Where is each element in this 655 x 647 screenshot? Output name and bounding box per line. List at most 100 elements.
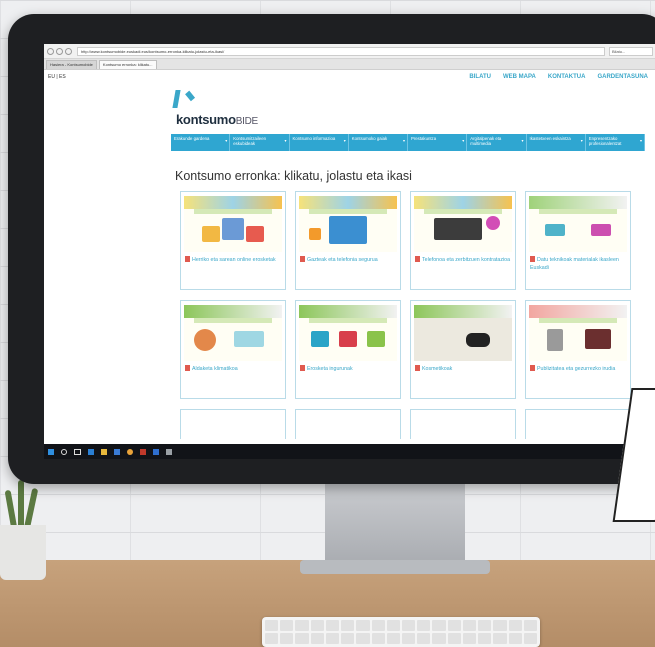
keyboard-key bbox=[508, 633, 522, 644]
web-page: EU | ES BILATU WEB MAPA KONTAKTUA GARDEN… bbox=[44, 70, 655, 442]
keyboard-key bbox=[402, 620, 416, 631]
media-icon[interactable] bbox=[140, 448, 146, 455]
pdf-icon bbox=[415, 256, 420, 262]
topnav-bilatu[interactable]: BILATU bbox=[469, 74, 491, 80]
browser-toolbar: http://www.kontsumobide.euskadi.eus/kont… bbox=[44, 44, 655, 59]
mail-icon[interactable] bbox=[153, 448, 159, 455]
keyboard-key bbox=[402, 633, 416, 644]
course-card[interactable]: Erosketa ingurunak bbox=[295, 300, 401, 399]
keyboard-key bbox=[493, 620, 507, 631]
chevron-down-icon: ▾ bbox=[521, 138, 524, 143]
menu-item[interactable]: Prestakuntza ▾ bbox=[408, 134, 468, 151]
windows-taskbar bbox=[44, 444, 655, 459]
menu-item[interactable]: Kontsumo informazioa ▾ bbox=[290, 134, 349, 151]
page-title: Kontsumo erronka: klikatu, jolastu eta i… bbox=[175, 169, 412, 183]
card-grid: Herriko eta sarean online erosketak Gazt… bbox=[180, 191, 640, 439]
keyboard-key bbox=[265, 620, 279, 631]
chrome-icon[interactable] bbox=[127, 448, 133, 455]
keyboard-key bbox=[493, 633, 507, 644]
menu-item[interactable]: Kontsumitzaileen eskubideak ▾ bbox=[230, 134, 290, 151]
course-card[interactable]: Aldaketa klimatikoa bbox=[180, 300, 286, 399]
task-view-icon[interactable] bbox=[74, 448, 81, 455]
course-card[interactable]: Gazteak eta telefonia segurua bbox=[295, 191, 401, 290]
menu-item[interactable]: Argitalpenak eta multimedia ▾ bbox=[467, 134, 527, 151]
pdf-icon bbox=[185, 256, 190, 262]
keyboard-key bbox=[325, 633, 340, 644]
language-switcher[interactable]: EU | ES bbox=[48, 74, 66, 80]
top-navigation: BILATU WEB MAPA KONTAKTUA GARDENTASUNA bbox=[44, 70, 655, 80]
card-link[interactable]: Erosketa ingurunak bbox=[307, 366, 353, 372]
keyboard-key bbox=[371, 633, 385, 644]
card-link[interactable]: Kosmetikoak bbox=[422, 366, 452, 372]
keyboard-key bbox=[325, 620, 340, 631]
card-thumbnail bbox=[299, 305, 397, 361]
pdf-icon bbox=[300, 256, 305, 262]
course-card[interactable] bbox=[180, 409, 286, 439]
chevron-down-icon: ▾ bbox=[284, 138, 287, 143]
windows-icon[interactable] bbox=[48, 448, 54, 455]
chevron-down-icon: ▾ bbox=[462, 138, 465, 143]
card-link[interactable]: Gazteak eta telefonia segurua bbox=[307, 257, 378, 263]
address-bar[interactable]: http://www.kontsumobide.euskadi.eus/kont… bbox=[77, 46, 605, 56]
chevron-down-icon: ▾ bbox=[402, 138, 405, 143]
logo-text-bold: kontsumo bbox=[176, 112, 236, 127]
forward-icon bbox=[56, 47, 63, 55]
card-link[interactable]: Datu teknikoak materialak ikasleen Euska… bbox=[530, 257, 619, 271]
card-thumbnail bbox=[414, 305, 512, 361]
card-thumbnail bbox=[184, 196, 282, 252]
search-icon[interactable] bbox=[61, 448, 67, 455]
keyboard-key bbox=[386, 633, 400, 644]
store-icon[interactable] bbox=[114, 448, 120, 455]
course-card[interactable] bbox=[410, 409, 516, 439]
refresh-icon bbox=[65, 47, 72, 55]
back-icon bbox=[47, 47, 54, 55]
card-link[interactable]: Telefonoa eta zerbitzuen kontratazioa bbox=[422, 257, 510, 263]
topnav-kontaktua[interactable]: KONTAKTUA bbox=[548, 74, 586, 80]
course-card[interactable]: Datu teknikoak materialak ikasleen Euska… bbox=[525, 191, 631, 290]
app-icon[interactable] bbox=[166, 448, 172, 455]
keyboard-key bbox=[462, 620, 477, 631]
course-card[interactable]: Publizitatea eta gezurrezko irudia bbox=[525, 300, 631, 399]
card-thumbnail bbox=[184, 305, 282, 361]
course-card[interactable]: Kosmetikoak bbox=[410, 300, 516, 399]
folder-icon[interactable] bbox=[101, 448, 107, 455]
card-link[interactable]: Publizitatea eta gezurrezko irudia bbox=[537, 366, 615, 372]
keyboard-key bbox=[265, 633, 279, 644]
card-link[interactable]: Aldaketa klimatikoa bbox=[192, 366, 238, 372]
card-thumbnail bbox=[529, 196, 627, 252]
course-card[interactable]: Telefonoa eta zerbitzuen kontratazioa bbox=[410, 191, 516, 290]
keyboard-key bbox=[310, 633, 324, 644]
keyboard-key bbox=[462, 633, 477, 644]
menu-item[interactable]: Erakunde gardena ▾ bbox=[171, 134, 231, 151]
chevron-down-icon: ▾ bbox=[580, 138, 583, 143]
keyboard-key bbox=[508, 620, 522, 631]
keyboard-key bbox=[341, 620, 355, 631]
keyboard-key bbox=[523, 620, 537, 631]
keyboard-key bbox=[478, 620, 492, 631]
course-card[interactable] bbox=[525, 409, 631, 439]
browser-nav-buttons[interactable] bbox=[47, 47, 73, 55]
browser-tab-active[interactable]: Kontsumo erronka: klikatu... bbox=[98, 60, 157, 69]
menu-item[interactable]: Ikastetxeen eskaintza ▾ bbox=[527, 134, 586, 151]
topnav-web-mapa[interactable]: WEB MAPA bbox=[503, 74, 536, 80]
browser-tab[interactable]: Hasiera - Kontsumobide bbox=[46, 60, 97, 69]
course-card[interactable]: Herriko eta sarean online erosketak bbox=[180, 191, 286, 290]
menu-item[interactable]: Enpresentzako profesionalentzat ▾ bbox=[586, 134, 645, 151]
screen: http://www.kontsumobide.euskadi.eus/kont… bbox=[44, 44, 655, 459]
browser-search-input[interactable]: Bilatu... bbox=[609, 46, 653, 56]
card-link[interactable]: Herriko eta sarean online erosketak bbox=[192, 257, 276, 263]
course-card[interactable] bbox=[295, 409, 401, 439]
keyboard-key bbox=[478, 633, 492, 644]
keyboard-key bbox=[417, 620, 431, 631]
pdf-icon bbox=[300, 365, 305, 371]
card-thumbnail bbox=[529, 305, 627, 361]
monitor: http://www.kontsumobide.euskadi.eus/kont… bbox=[8, 14, 655, 484]
keyboard-key bbox=[432, 633, 446, 644]
keyboard-key bbox=[295, 620, 309, 631]
chevron-down-icon: ▾ bbox=[639, 138, 642, 143]
edge-icon[interactable] bbox=[88, 448, 94, 455]
browser-tabs: Hasiera - Kontsumobide Kontsumo erronka:… bbox=[44, 59, 655, 70]
menu-item[interactable]: Kontsumoko gaiak ▾ bbox=[349, 134, 408, 151]
keyboard-key bbox=[310, 620, 324, 631]
topnav-gardentasuna[interactable]: GARDENTASUNA bbox=[597, 74, 648, 80]
